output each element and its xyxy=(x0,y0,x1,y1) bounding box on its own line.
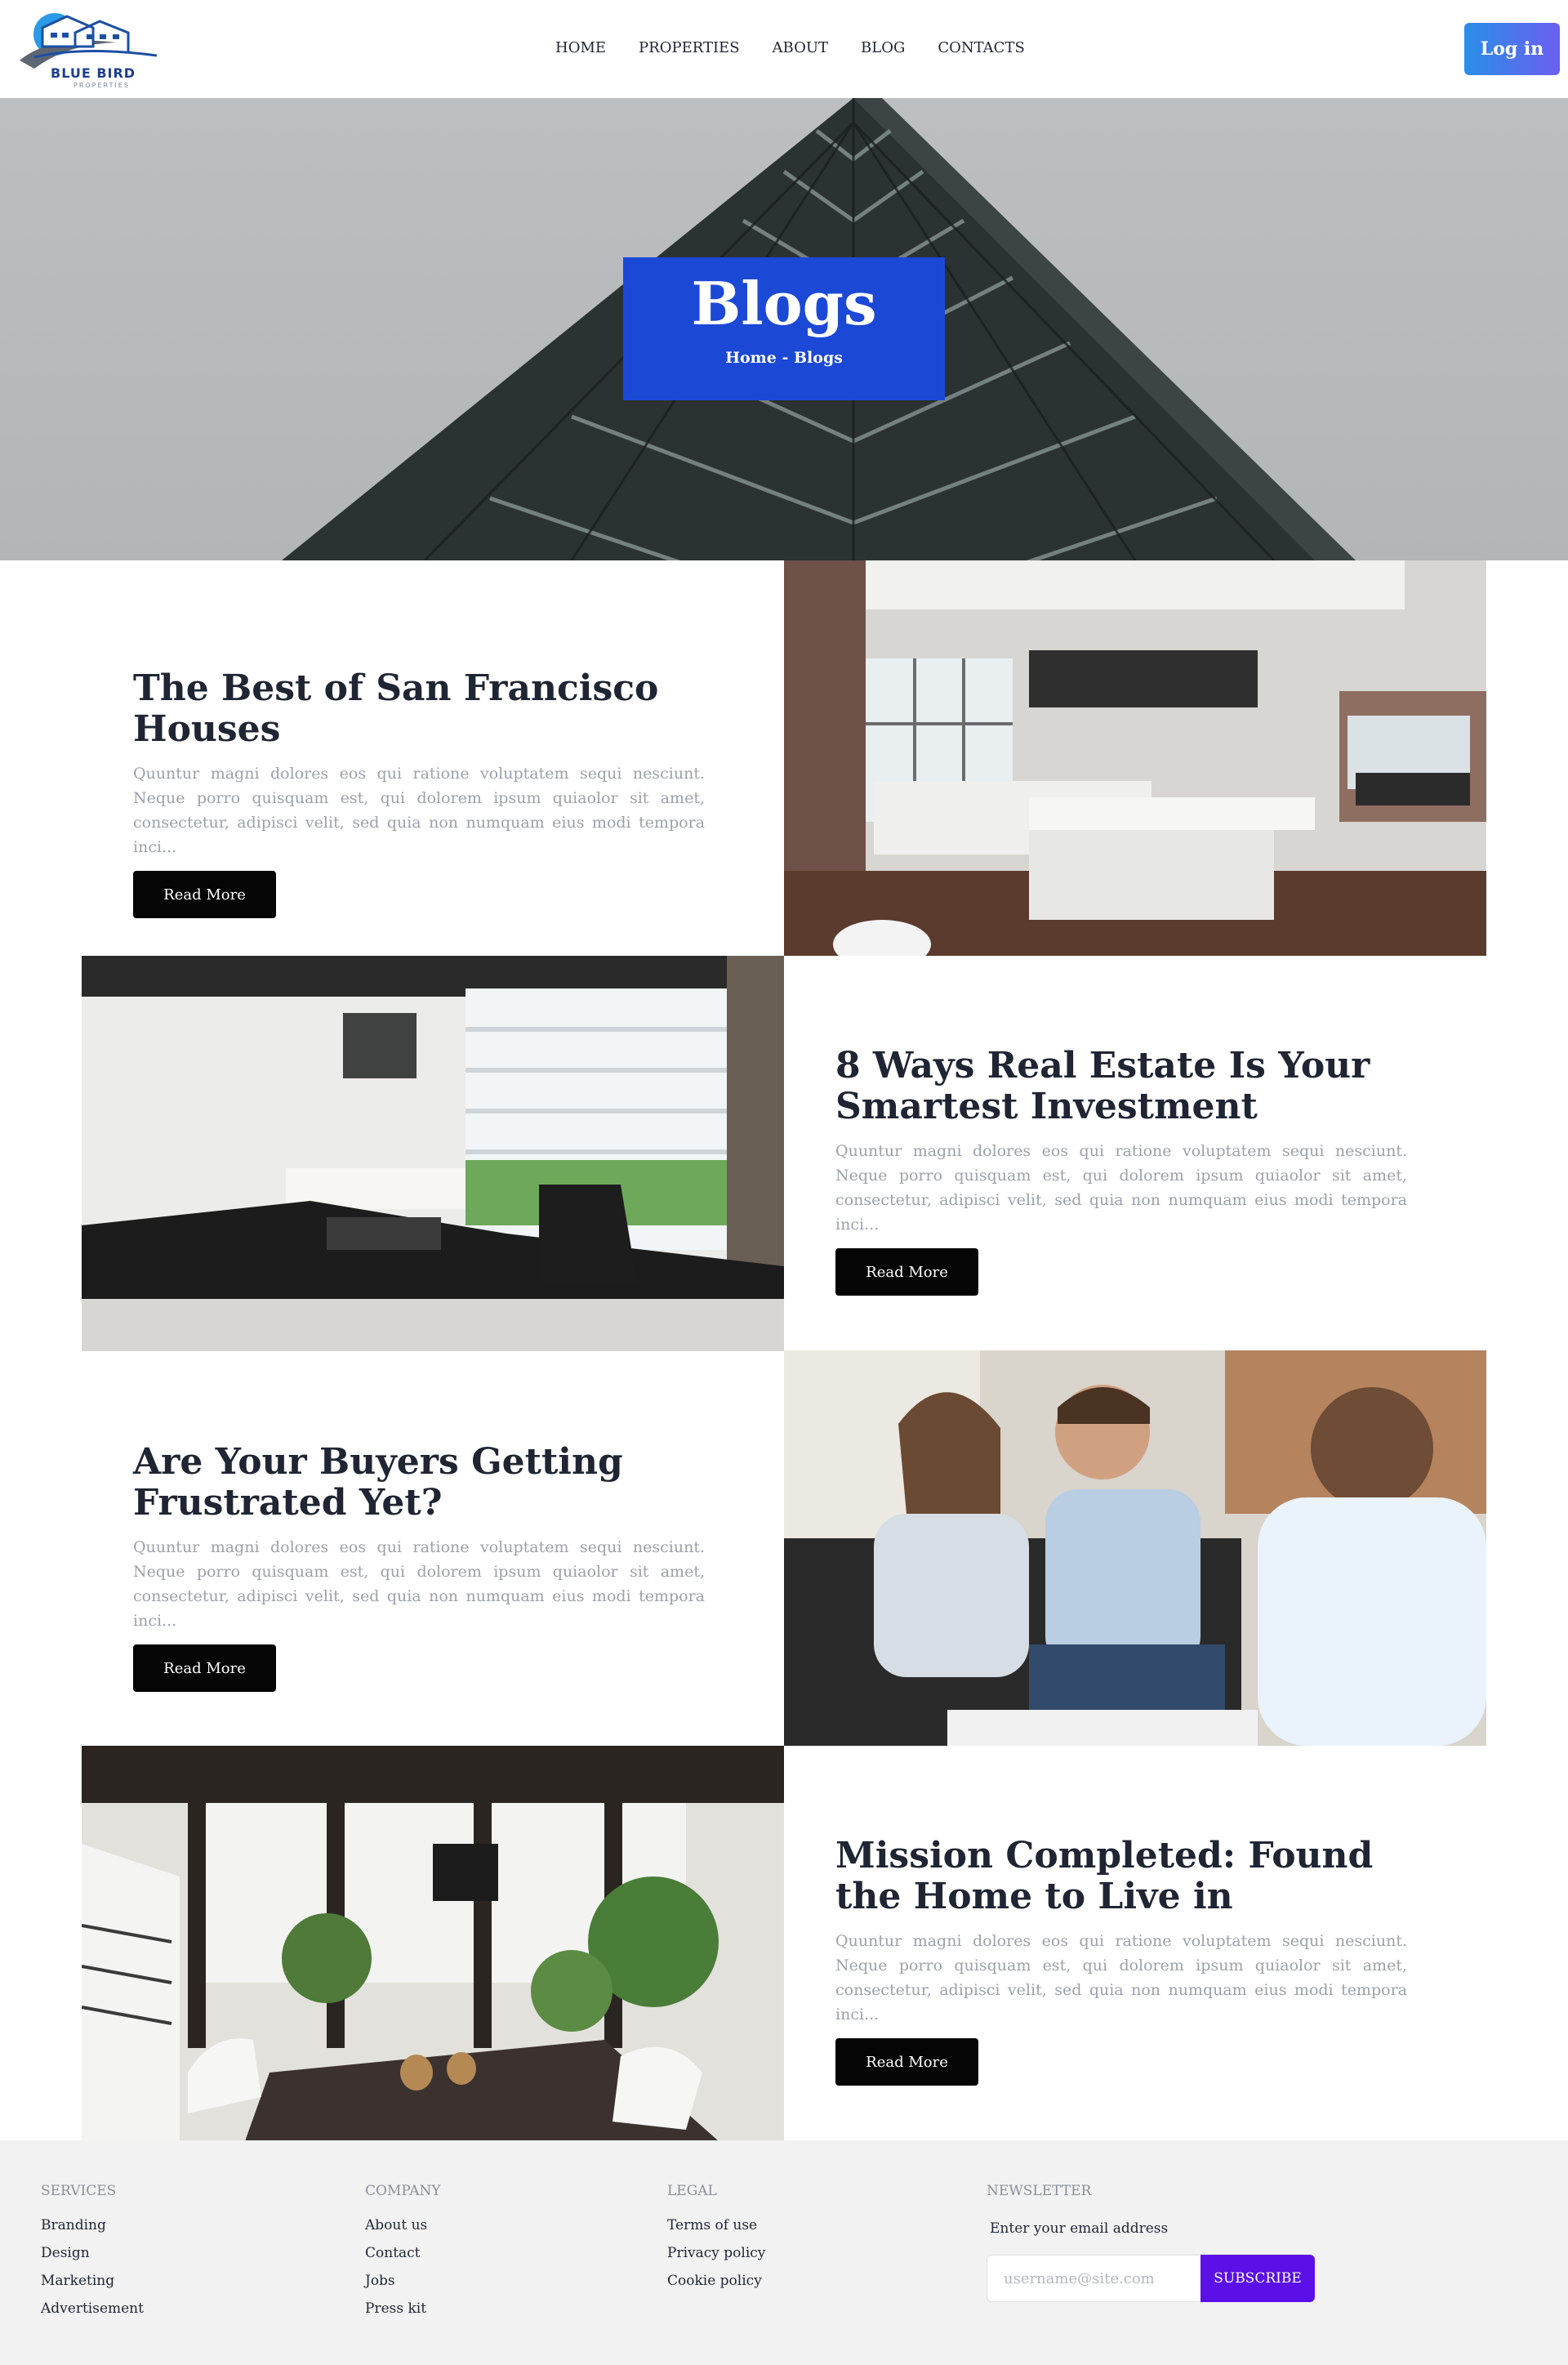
read-more-button[interactable]: Read More xyxy=(835,1248,978,1296)
subscribe-button[interactable]: SUBSCRIBE xyxy=(1200,2255,1315,2302)
brand-tagline: PROPERTIES xyxy=(74,82,130,89)
footer-link-design[interactable]: Design xyxy=(41,2245,144,2261)
footer-heading: SERVICES xyxy=(41,2183,117,2199)
post-image-kitchen[interactable] xyxy=(784,560,1486,956)
newsletter-email-input[interactable] xyxy=(987,2255,1202,2302)
post-image-living-room[interactable] xyxy=(82,956,784,1351)
living-room-image xyxy=(82,956,784,1351)
footer-legal: LEGAL Terms of use Privacy policy Cookie… xyxy=(667,2183,765,2300)
read-more-button[interactable]: Read More xyxy=(835,2038,978,2086)
brand-name: BLUE BIRD xyxy=(51,65,136,81)
nav-contacts[interactable]: CONTACTS xyxy=(938,39,1024,56)
footer-company: COMPANY About us Contact Jobs Press kit xyxy=(365,2183,441,2328)
footer-heading: NEWSLETTER xyxy=(987,2183,1092,2199)
footer-heading: LEGAL xyxy=(667,2183,717,2199)
footer-services: SERVICES Branding Design Marketing Adver… xyxy=(41,2183,144,2328)
blog-post-card: The Best of San Francisco Houses Quuntur… xyxy=(133,668,705,918)
footer-link-contact[interactable]: Contact xyxy=(365,2245,441,2261)
footer-link-about-us[interactable]: About us xyxy=(365,2217,441,2233)
post-excerpt: Quuntur magni dolores eos qui ratione vo… xyxy=(835,1142,1407,1234)
post-title[interactable]: Are Your Buyers Getting Frustrated Yet? xyxy=(133,1442,705,1524)
post-title[interactable]: Mission Completed: Found the Home to Liv… xyxy=(835,1836,1407,1917)
post-title[interactable]: The Best of San Francisco Houses xyxy=(133,668,705,750)
footer-link-terms[interactable]: Terms of use xyxy=(667,2217,765,2233)
nav-home[interactable]: HOME xyxy=(555,39,606,56)
footer-link-jobs[interactable]: Jobs xyxy=(365,2273,441,2289)
brand-logo[interactable]: BLUE BIRD PROPERTIES xyxy=(18,10,161,90)
couple-meeting-image xyxy=(784,1350,1486,1746)
post-excerpt: Quuntur magni dolores eos qui ratione vo… xyxy=(133,1538,705,1630)
site-header: BLUE BIRD PROPERTIES HOME PROPERTIES ABO… xyxy=(0,0,1568,98)
main-nav: HOME PROPERTIES ABOUT BLOG CONTACTS xyxy=(555,39,1058,56)
nav-about[interactable]: ABOUT xyxy=(773,39,829,56)
blog-post-card: Mission Completed: Found the Home to Liv… xyxy=(835,1836,1407,2086)
blog-post-card: 8 Ways Real Estate Is Your Smartest Inve… xyxy=(835,1046,1407,1296)
breadcrumb: Home - Blogs xyxy=(725,349,843,367)
read-more-button[interactable]: Read More xyxy=(133,871,276,918)
login-button[interactable]: Log in xyxy=(1464,23,1560,75)
footer-link-branding[interactable]: Branding xyxy=(41,2217,144,2233)
footer-link-marketing[interactable]: Marketing xyxy=(41,2273,144,2289)
post-excerpt: Quuntur magni dolores eos qui ratione vo… xyxy=(133,765,705,856)
footer-link-cookie[interactable]: Cookie policy xyxy=(667,2273,765,2289)
dining-room-image xyxy=(82,1746,784,2141)
post-excerpt: Quuntur magni dolores eos qui ratione vo… xyxy=(835,1932,1407,2024)
site-footer: SERVICES Branding Design Marketing Adver… xyxy=(0,2140,1568,2365)
footer-link-press-kit[interactable]: Press kit xyxy=(365,2300,441,2317)
blog-post-card: Are Your Buyers Getting Frustrated Yet? … xyxy=(133,1442,705,1692)
post-image-couple[interactable] xyxy=(784,1350,1486,1746)
footer-link-privacy[interactable]: Privacy policy xyxy=(667,2245,765,2261)
kitchen-image xyxy=(784,560,1486,956)
hero-title-box: Blogs Home - Blogs xyxy=(623,257,945,400)
footer-link-advertisement[interactable]: Advertisement xyxy=(41,2300,144,2317)
hero-banner: Blogs Home - Blogs xyxy=(0,98,1568,560)
footer-heading: COMPANY xyxy=(365,2183,441,2199)
nav-blog[interactable]: BLOG xyxy=(861,39,905,56)
newsletter-label: Enter your email address xyxy=(990,2220,1169,2237)
page-title: Blogs xyxy=(691,269,877,338)
post-title[interactable]: 8 Ways Real Estate Is Your Smartest Inve… xyxy=(835,1046,1407,1127)
read-more-button[interactable]: Read More xyxy=(133,1644,276,1692)
newsletter-form: SUBSCRIBE xyxy=(987,2255,1315,2302)
nav-properties[interactable]: PROPERTIES xyxy=(639,39,740,56)
footer-newsletter: NEWSLETTER Enter your email address xyxy=(987,2183,1168,2237)
post-image-dining[interactable] xyxy=(82,1746,784,2141)
